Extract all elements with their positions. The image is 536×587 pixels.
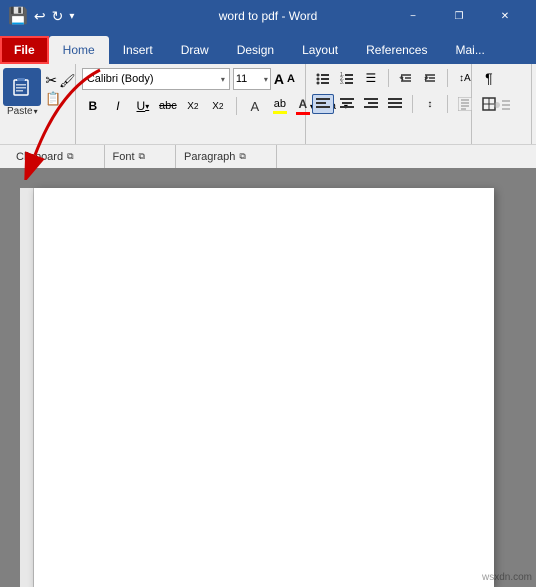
paragraph-group-label: Paragraph [184,151,235,163]
tab-draw[interactable]: Draw [167,36,223,64]
text-effect-btn[interactable]: A [244,96,266,116]
font-shrink-btn[interactable]: A [287,73,295,85]
font-size-dropdown[interactable]: 11 ▾ [233,68,271,90]
tab-file[interactable]: File [0,36,49,64]
font-family-dropdown[interactable]: Calibri (Body) ▾ [82,68,230,90]
ribbon: Paste ▾ ✂ 🖌 📋 [0,64,536,144]
svg-text:3.: 3. [340,80,344,85]
clipboard-label-item: Clipboard ⧉ [8,145,105,168]
cut-btn[interactable]: ✂ [45,72,57,89]
font-size-chevron: ▾ [264,75,268,84]
paragraph-expand-icon[interactable]: ⧉ [239,151,245,162]
document-area [0,168,536,587]
font-family-chevron: ▾ [221,75,225,84]
tab-home[interactable]: Home [49,36,109,64]
para-divider2 [447,69,448,87]
undo-btn[interactable]: ↩ [34,8,46,25]
font-row1: Calibri (Body) ▾ 11 ▾ A A [82,68,295,90]
bold-btn[interactable]: B [82,96,104,116]
window-controls: − ❐ ✕ [390,0,528,32]
close-btn[interactable]: ✕ [482,0,528,32]
justify-btn[interactable] [384,94,406,114]
font-group-label: Font [113,151,135,163]
multilevel-list-btn[interactable]: ☰ [360,68,382,88]
line-spacing-btn[interactable]: ↕ [419,94,441,114]
font-expand-icon[interactable]: ⧉ [139,151,145,162]
format-painter-btn[interactable]: 🖌 [59,73,76,89]
tab-insert[interactable]: Insert [109,36,167,64]
highlight-btn[interactable]: ab [269,96,291,116]
styles-group [472,64,532,144]
subscript-btn[interactable]: X2 [182,96,204,116]
bullets-btn[interactable] [312,68,334,88]
word-icon: 💾 [8,6,28,26]
copy-btn[interactable]: 📋 [45,91,61,106]
font-grow-btn[interactable]: A [274,71,284,87]
para-divider4 [447,95,448,113]
strikethrough-btn[interactable]: abc [157,96,179,116]
group-labels-bar: Clipboard ⧉ Font ⧉ Paragraph ⧉ [0,144,536,168]
numbering-btn[interactable]: 1.2.3. [336,68,358,88]
superscript-btn[interactable]: X2 [207,96,229,116]
clipboard-small-btns: ✂ 🖌 📋 [45,68,75,107]
paste-btn[interactable]: Paste ▾ [3,68,41,117]
font-group: Calibri (Body) ▾ 11 ▾ A A B I U [76,64,306,144]
paste-label: Paste ▾ [7,106,38,117]
font-divider [236,97,237,115]
clipboard-content: Paste ▾ ✂ 🖌 📋 [3,68,75,142]
clipboard-group: Paste ▾ ✂ 🖌 📋 [4,64,76,144]
tab-mailings[interactable]: Mai... [441,36,498,64]
para-divider1 [388,69,389,87]
document-page[interactable] [34,188,494,587]
paragraph-group: 1.2.3. ☰ ↕A ¶ [306,64,472,144]
align-right-btn[interactable] [360,94,382,114]
clipboard-group-label: Clipboard [16,151,63,163]
title-bar-left: 💾 ↩ ↻ ▾ [8,6,74,26]
left-ruler [20,188,34,587]
minimize-btn[interactable]: − [390,0,436,32]
paste-icon [3,68,41,106]
font-group-content: Calibri (Body) ▾ 11 ▾ A A B I U [82,68,299,142]
title-bar: 💾 ↩ ↻ ▾ word to pdf - Word − ❐ ✕ [0,0,536,32]
tab-references[interactable]: References [352,36,441,64]
paragraph-content: 1.2.3. ☰ ↕A ¶ [312,68,465,142]
redo-btn[interactable]: ↻ [52,8,64,25]
window-title: word to pdf - Word [219,9,317,23]
restore-btn[interactable]: ❐ [436,0,482,32]
tab-bar: File Home Insert Draw Design Layout Refe… [0,32,536,64]
decrease-indent-btn[interactable] [395,68,417,88]
customize-btn[interactable]: ▾ [69,11,74,22]
tab-layout[interactable]: Layout [288,36,352,64]
increase-indent-btn[interactable] [419,68,441,88]
align-left-btn[interactable] [312,94,334,114]
underline-btn[interactable]: U ▾ [132,96,154,116]
tab-design[interactable]: Design [223,36,288,64]
italic-btn[interactable]: I [107,96,129,116]
font-label-item: Font ⧉ [105,145,176,168]
watermark: wsxdn.com [482,572,532,583]
paragraph-label-item: Paragraph ⧉ [176,145,277,168]
para-divider3 [412,95,413,113]
clipboard-expand-icon[interactable]: ⧉ [67,151,73,162]
align-center-btn[interactable] [336,94,358,114]
